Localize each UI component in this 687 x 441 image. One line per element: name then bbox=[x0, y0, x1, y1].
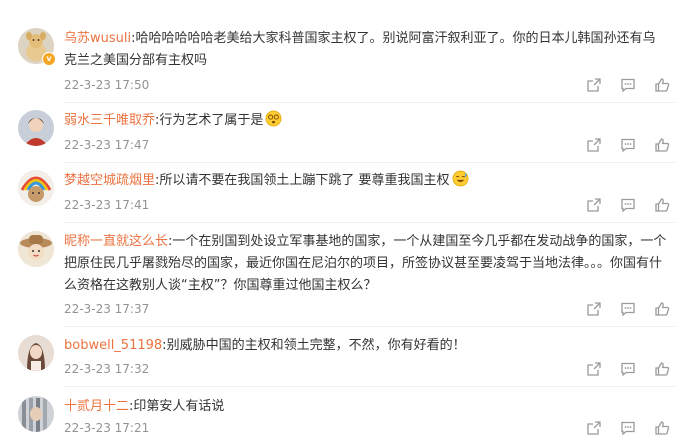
comment-actions bbox=[586, 137, 676, 153]
comment-body: bobwell_51198:别威胁中国的主权和领土完整，不然，你有好看的！ bbox=[64, 335, 668, 357]
comment-username[interactable]: 昵称一直就这么长 bbox=[64, 234, 168, 249]
verified-badge-icon: v bbox=[42, 52, 56, 66]
like-icon[interactable] bbox=[654, 301, 670, 317]
avatar[interactable] bbox=[18, 396, 54, 432]
like-icon[interactable] bbox=[654, 197, 670, 213]
share-icon[interactable] bbox=[586, 420, 602, 436]
like-icon[interactable] bbox=[654, 77, 670, 93]
avatar[interactable] bbox=[18, 231, 54, 267]
share-icon[interactable] bbox=[586, 77, 602, 93]
comment-actions bbox=[586, 197, 676, 213]
comment-text: 行为艺术了属于是 bbox=[159, 113, 264, 128]
comment-actions bbox=[586, 77, 676, 93]
comment-text: 印第安人有话说 bbox=[133, 399, 225, 414]
comment-time: 22-3-23 17:21 bbox=[64, 421, 150, 435]
comment-list: v 乌苏wusuli:哈哈哈哈哈哈老美给大家科普国家主权了。别说阿富汗叙利亚了。… bbox=[0, 0, 687, 441]
divider bbox=[64, 386, 676, 387]
comment-username[interactable]: 乌苏wusuli bbox=[64, 31, 131, 46]
comment-body: 梦越空城疏烟里:所以请不要在我国领土上蹦下跳了 要尊重我国主权 bbox=[64, 170, 668, 192]
comment-username[interactable]: 十贰月十二 bbox=[64, 399, 129, 414]
share-icon[interactable] bbox=[586, 197, 602, 213]
comment-username[interactable]: 梦越空城疏烟里 bbox=[64, 173, 155, 188]
comment-icon[interactable] bbox=[620, 301, 636, 317]
comment-username[interactable]: 弱水三千唯取乔 bbox=[64, 113, 155, 128]
like-icon[interactable] bbox=[654, 137, 670, 153]
avatar[interactable] bbox=[18, 110, 54, 146]
share-icon[interactable] bbox=[586, 137, 602, 153]
divider bbox=[64, 162, 676, 163]
sweat-smile-face-icon bbox=[452, 170, 469, 187]
comment-text: 哈哈哈哈哈哈老美给大家科普国家主权了。别说阿富汗叙利亚了。你的日本儿韩国孙还有乌… bbox=[64, 31, 656, 68]
divider bbox=[64, 222, 676, 223]
comment-time: 22-3-23 17:41 bbox=[64, 198, 150, 212]
comment-time: 22-3-23 17:50 bbox=[64, 78, 150, 92]
comment-icon[interactable] bbox=[620, 137, 636, 153]
comment-username[interactable]: bobwell_51198 bbox=[64, 338, 162, 353]
like-icon[interactable] bbox=[654, 420, 670, 436]
comment-body: 昵称一直就这么长:一个在别国到处设立军事基地的国家，一个从建国至今几乎都在发动战… bbox=[64, 231, 668, 297]
dizzy-face-icon bbox=[265, 110, 282, 127]
like-icon[interactable] bbox=[654, 361, 670, 377]
comment-text: 所以请不要在我国领土上蹦下跳了 要尊重我国主权 bbox=[159, 173, 450, 188]
avatar[interactable] bbox=[18, 170, 54, 206]
share-icon[interactable] bbox=[586, 361, 602, 377]
comment-icon[interactable] bbox=[620, 197, 636, 213]
comment-actions bbox=[586, 420, 676, 436]
share-icon[interactable] bbox=[586, 301, 602, 317]
comment-time: 22-3-23 17:32 bbox=[64, 362, 150, 376]
comment-time: 22-3-23 17:37 bbox=[64, 302, 150, 316]
comment-body: 乌苏wusuli:哈哈哈哈哈哈老美给大家科普国家主权了。别说阿富汗叙利亚了。你的… bbox=[64, 28, 668, 72]
comment-actions bbox=[586, 361, 676, 377]
comment-icon[interactable] bbox=[620, 361, 636, 377]
comment-actions bbox=[586, 301, 676, 317]
divider bbox=[64, 326, 676, 327]
comment-text: 别威胁中国的主权和领土完整，不然，你有好看的！ bbox=[166, 338, 466, 353]
comment-icon[interactable] bbox=[620, 420, 636, 436]
avatar[interactable] bbox=[18, 335, 54, 371]
comment-body: 十贰月十二:印第安人有话说 bbox=[64, 396, 668, 418]
comment-icon[interactable] bbox=[620, 77, 636, 93]
divider bbox=[64, 102, 676, 103]
comment-time: 22-3-23 17:47 bbox=[64, 138, 150, 152]
comment-body: 弱水三千唯取乔:行为艺术了属于是 bbox=[64, 110, 668, 132]
